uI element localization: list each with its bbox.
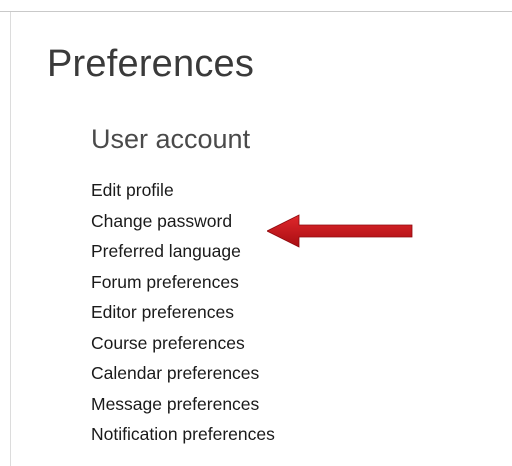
list-item: Preferred language xyxy=(91,236,275,267)
list-item: Course preferences xyxy=(91,328,275,359)
preferences-panel: Preferences User account Edit profile Ch… xyxy=(10,12,512,466)
edit-profile-link[interactable]: Edit profile xyxy=(91,180,174,200)
list-item: Change password xyxy=(91,206,275,237)
change-password-link[interactable]: Change password xyxy=(91,211,232,231)
forum-preferences-link[interactable]: Forum preferences xyxy=(91,272,239,292)
red-arrow-left-icon xyxy=(267,214,413,248)
list-item: Notification preferences xyxy=(91,419,275,450)
list-item: Calendar preferences xyxy=(91,358,275,389)
preferred-language-link[interactable]: Preferred language xyxy=(91,241,241,261)
calendar-preferences-link[interactable]: Calendar preferences xyxy=(91,363,259,383)
section-title-user-account: User account xyxy=(91,124,251,154)
list-item: Edit profile xyxy=(91,175,275,206)
notification-preferences-link[interactable]: Notification preferences xyxy=(91,424,275,444)
list-item: Message preferences xyxy=(91,389,275,420)
list-item: Editor preferences xyxy=(91,297,275,328)
user-account-links: Edit profile Change password Preferred l… xyxy=(91,175,275,450)
page-title: Preferences xyxy=(47,43,255,85)
message-preferences-link[interactable]: Message preferences xyxy=(91,394,259,414)
top-divider xyxy=(0,0,512,12)
list-item: Forum preferences xyxy=(91,267,275,298)
editor-preferences-link[interactable]: Editor preferences xyxy=(91,302,234,322)
course-preferences-link[interactable]: Course preferences xyxy=(91,333,245,353)
